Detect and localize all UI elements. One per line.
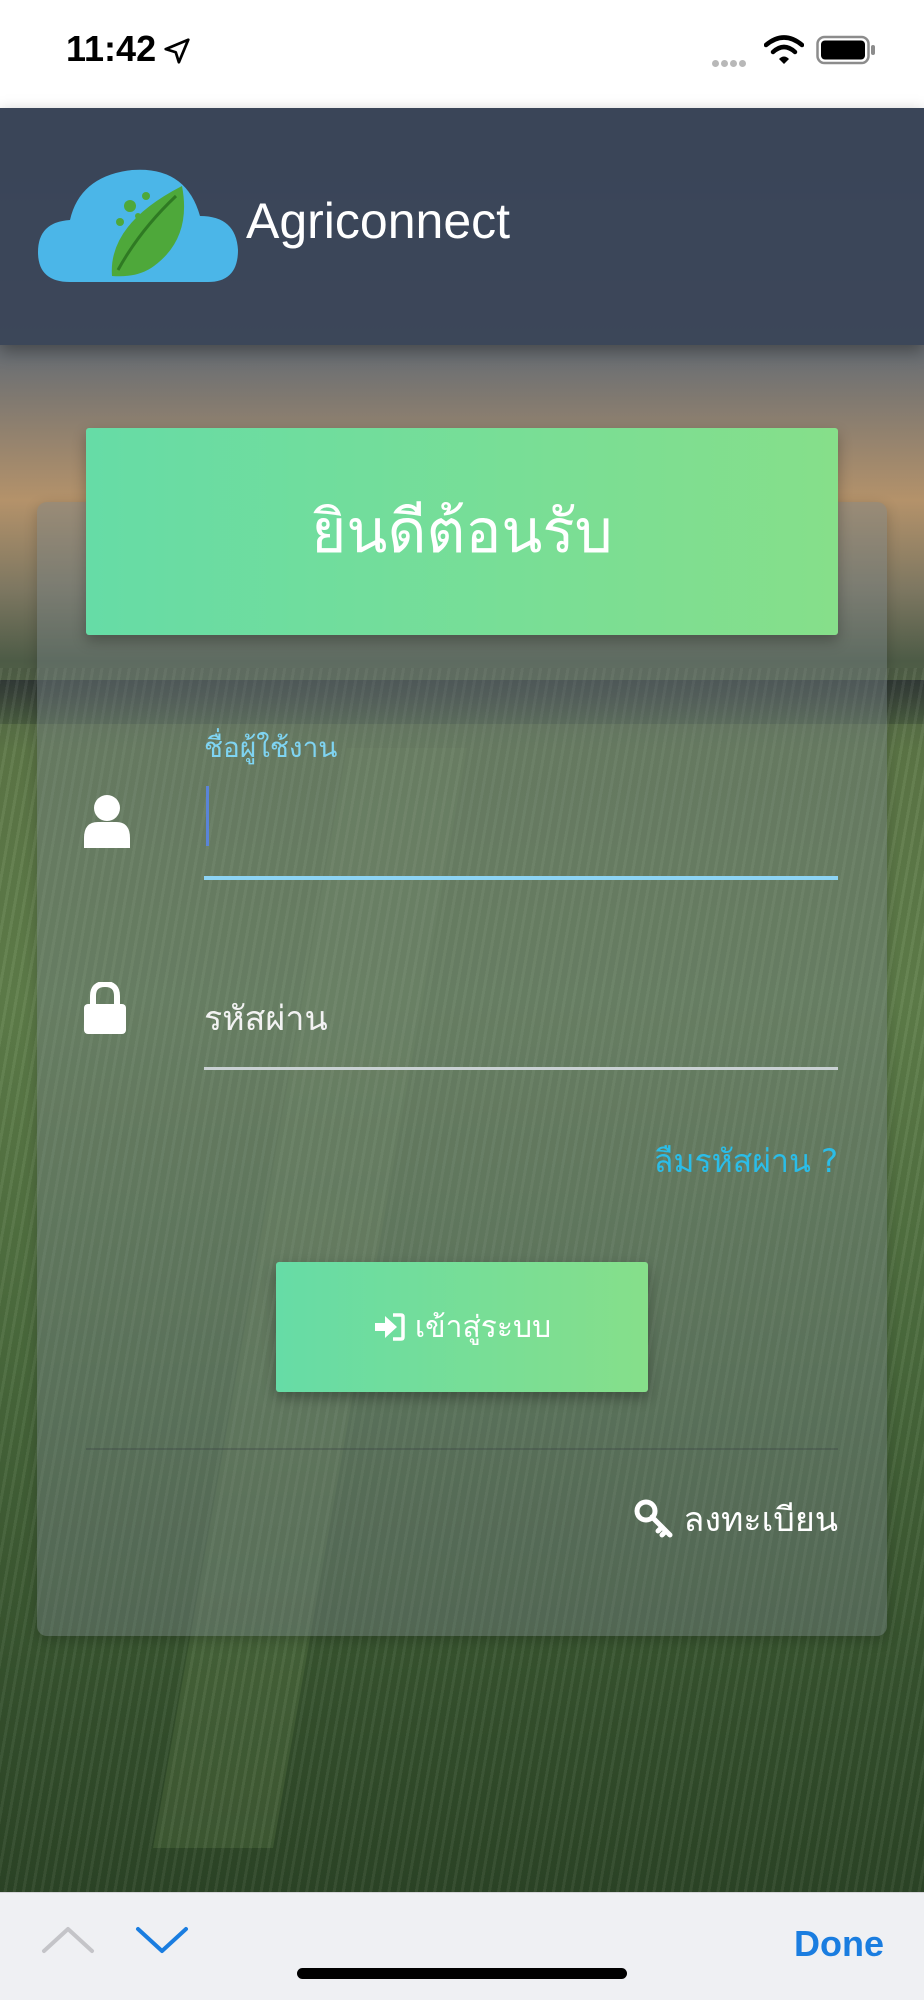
location-arrow-icon: [164, 38, 190, 64]
welcome-banner: ยินดีต้อนรับ: [86, 428, 838, 635]
done-button[interactable]: Done: [794, 1923, 884, 1965]
username-input[interactable]: [204, 780, 838, 880]
cloud-leaf-logo: [38, 169, 238, 282]
battery-icon: [816, 35, 875, 65]
user-icon: [84, 795, 130, 848]
register-label: ลงทะเบียน: [683, 1500, 838, 1540]
chevron-down-icon[interactable]: [134, 1917, 190, 1961]
home-indicator: [297, 1968, 627, 1979]
login-button-label: เข้าสู่ระบบ: [414, 1309, 552, 1345]
chevron-up-icon[interactable]: [40, 1917, 96, 1961]
status-bar: 11:42: [0, 0, 924, 108]
app-header: Agriconnect: [0, 108, 924, 345]
login-button[interactable]: เข้าสู่ระบบ: [276, 1262, 648, 1392]
forgot-password-link[interactable]: ลืมรหัสผ่าน ?: [654, 1136, 838, 1187]
divider: [86, 1448, 838, 1450]
keyboard-accessory-bar: Done: [0, 1892, 924, 2000]
status-time: 11:42: [66, 28, 157, 69]
key-icon: [634, 1499, 673, 1538]
register-link[interactable]: ลงทะเบียน: [634, 1492, 838, 1546]
app-name: Agriconnect: [246, 193, 511, 249]
username-label: ชื่อผู้ใช้งาน: [204, 731, 338, 764]
welcome-title: ยินดีต้อนรับ: [311, 497, 613, 567]
text-caret: [206, 786, 209, 846]
wifi-icon: [764, 35, 804, 64]
sign-in-icon: [374, 1313, 405, 1341]
lock-icon: [84, 982, 126, 1034]
cellular-signal-icon: [712, 52, 748, 71]
password-input[interactable]: [204, 970, 838, 1070]
